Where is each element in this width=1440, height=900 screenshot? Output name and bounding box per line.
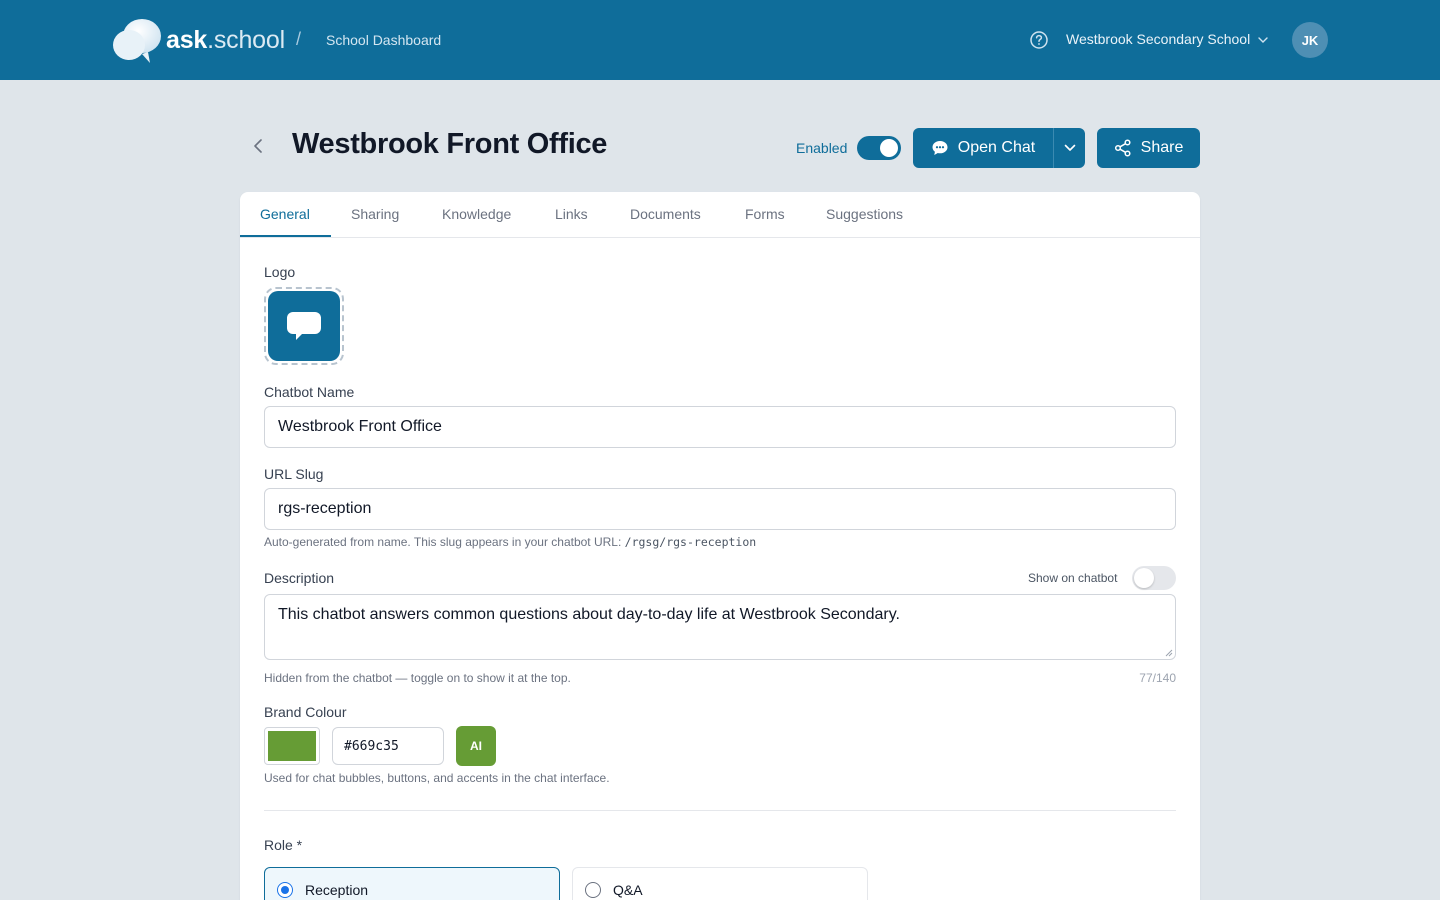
logo-label: Logo	[264, 264, 296, 280]
tab-forms[interactable]: Forms	[745, 206, 785, 222]
open-chat-label: Open Chat	[957, 139, 1036, 156]
url-slug-input[interactable]: rgs-reception	[264, 488, 1176, 530]
description-char-counter: 77/140	[1139, 671, 1176, 685]
tab-sharing[interactable]: Sharing	[351, 206, 399, 222]
tab-links[interactable]: Links	[555, 206, 588, 222]
show-on-chatbot-toggle[interactable]	[1132, 566, 1176, 590]
url-slug-hint-text: Auto-generated from name. This slug appe…	[264, 535, 622, 549]
page-title: Westbrook Front Office	[292, 128, 608, 160]
brand-logo[interactable]: ask.school	[112, 16, 285, 64]
top-nav-bar: ask.school / School Dashboard Westbrook …	[0, 0, 1440, 80]
url-slug-path: /rgsg/rgs-reception	[624, 535, 757, 549]
radio-unselected[interactable]	[585, 882, 601, 898]
brand-colour-label: Brand Colour	[264, 704, 347, 720]
open-chat-button[interactable]: Open Chat	[913, 128, 1053, 168]
enabled-label: Enabled	[796, 140, 848, 156]
tab-knowledge[interactable]: Knowledge	[442, 206, 511, 222]
active-tab-indicator	[240, 235, 331, 237]
brand-colour-hex-input[interactable]: #669c35	[332, 727, 444, 765]
brand-colour-hint: Used for chat bubbles, buttons, and acce…	[264, 771, 610, 785]
open-chat-dropdown-button[interactable]	[1053, 128, 1085, 168]
share-icon	[1114, 139, 1131, 157]
chat-bubble-icon	[932, 141, 948, 155]
tab-documents[interactable]: Documents	[630, 206, 701, 222]
breadcrumb-separator: /	[296, 29, 302, 49]
description-textarea[interactable]: This chatbot answers common questions ab…	[264, 594, 1176, 660]
school-selector[interactable]: Westbrook Secondary School	[1066, 31, 1268, 47]
tab-suggestions[interactable]: Suggestions	[826, 206, 903, 222]
chevron-down-icon	[1258, 36, 1268, 43]
section-divider	[264, 810, 1176, 811]
resize-handle-icon[interactable]	[1165, 649, 1173, 657]
chevron-down-icon	[1064, 144, 1075, 151]
ai-colour-button[interactable]: AI	[456, 726, 496, 766]
description-label: Description	[264, 570, 335, 586]
description-hint: Hidden from the chatbot — toggle on to s…	[264, 671, 571, 685]
chevron-left-icon	[254, 139, 262, 153]
share-label: Share	[1140, 139, 1184, 156]
role-option-reception[interactable]: Reception	[264, 867, 560, 900]
school-name: Westbrook Secondary School	[1066, 31, 1251, 47]
tab-general[interactable]: General	[260, 206, 310, 222]
share-button[interactable]: Share	[1097, 128, 1200, 168]
brand-ask-text: ask	[166, 25, 208, 54]
role-option-label: Reception	[305, 882, 369, 898]
tab-bar: General Sharing Knowledge Links Document…	[240, 192, 1200, 238]
chatbot-name-label: Chatbot Name	[264, 384, 355, 400]
toggle-knob	[880, 139, 898, 157]
breadcrumb-school-dashboard[interactable]: School Dashboard	[326, 32, 441, 48]
role-option-label: Q&A	[613, 882, 643, 898]
radio-selected[interactable]	[277, 882, 293, 898]
brand-wordmark: ask.school	[166, 26, 285, 55]
back-button[interactable]	[246, 134, 270, 158]
role-label: Role *	[264, 837, 303, 853]
logo-preview	[268, 291, 340, 361]
settings-card: General Sharing Knowledge Links Document…	[240, 192, 1200, 900]
url-slug-hint: Auto-generated from name. This slug appe…	[264, 535, 756, 549]
show-on-chatbot-label: Show on chatbot	[1028, 571, 1118, 585]
url-slug-label: URL Slug	[264, 466, 324, 482]
toggle-knob	[1134, 568, 1154, 588]
chatbot-name-input[interactable]: Westbrook Front Office	[264, 406, 1176, 448]
brand-school-text: .school	[207, 25, 285, 54]
speech-bubble-icon	[287, 312, 321, 340]
enabled-toggle[interactable]	[857, 136, 901, 160]
logo-upload[interactable]	[264, 287, 344, 365]
speech-bubble-logo-icon	[113, 19, 161, 63]
brand-colour-swatch[interactable]	[264, 727, 320, 765]
avatar[interactable]: JK	[1292, 22, 1328, 58]
brand-colour-swatch-fill	[268, 731, 316, 761]
description-text: This chatbot answers common questions ab…	[278, 606, 900, 623]
question-circle-icon[interactable]	[1029, 30, 1049, 50]
role-option-qa[interactable]: Q&A	[572, 867, 868, 900]
